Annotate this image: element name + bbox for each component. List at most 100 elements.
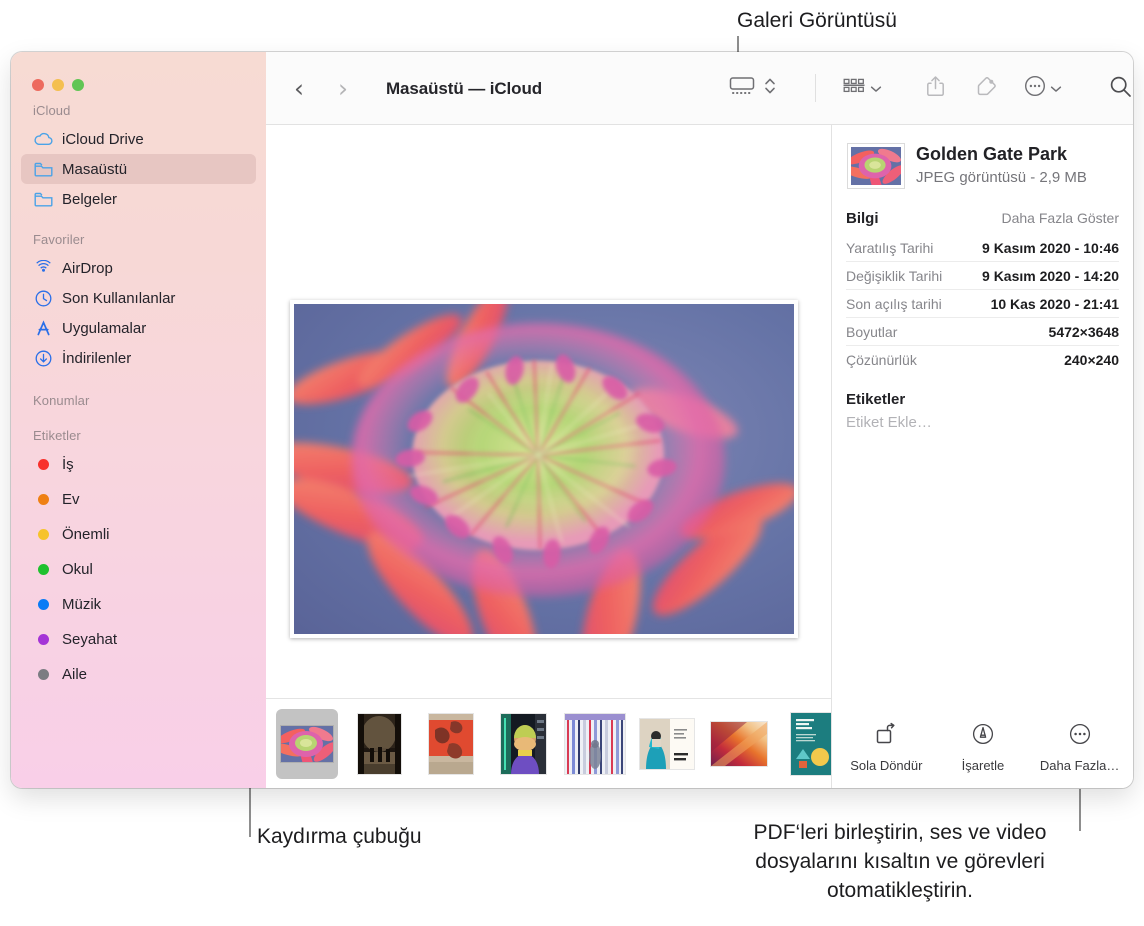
tag-dot-icon [33,455,53,475]
share-button[interactable] [926,72,945,105]
folder-icon [33,159,53,179]
info-section-title: Bilgi [846,210,879,227]
tag-dot-icon [33,490,53,510]
group-by-button[interactable] [842,72,882,105]
filmstrip-thumb-marketing-plan-doc[interactable] [780,709,831,779]
markup-label: İşaretle [961,757,1005,773]
info-row-key: Boyutlar [846,324,898,340]
info-row-value: 10 Kas 2020 - 21:41 [990,296,1119,312]
forward-button[interactable]: › [338,76,348,101]
sidebar-item-uygulamalar[interactable]: Uygulamalar [21,313,256,343]
toolbar-divider [815,74,816,102]
filmstrip-thumb-portrait-neon[interactable] [492,709,554,779]
sidebar-tag-ev[interactable]: Ev [21,482,256,517]
tag-dot-icon [33,560,53,580]
ellipsis-circle-icon [1068,722,1092,751]
markup-button[interactable]: İşaretle [937,722,1029,773]
more-actions-button[interactable]: Daha Fazla… [1034,722,1126,773]
share-icon [926,75,945,102]
tag-dot-icon [33,665,53,685]
gallery-view [266,125,831,788]
downloads-icon [33,348,53,368]
more-actions-label: Daha Fazla… [1039,757,1120,773]
view-stepper[interactable] [763,72,777,105]
zoom-button[interactable] [72,79,84,91]
callout-gallery-view-label: Galeri Görüntüsü [737,9,897,32]
sidebar-item-label: iCloud Drive [62,130,144,148]
add-tag-field[interactable]: Etiket Ekle… [832,414,1133,431]
toolbar: ‹ › Masaüstü — iCloud [266,52,1133,125]
info-rows: Yaratılış Tarihi 9 Kasım 2020 - 10:46 De… [832,234,1133,373]
chevron-updown-icon [763,75,777,102]
info-row-key: Son açılış tarihi [846,296,942,312]
close-button[interactable] [32,79,44,91]
sidebar-section-etiketler: Etiketler [33,428,81,443]
folder-icon [33,189,53,209]
sidebar-item-label: Masaüstü [62,160,128,178]
chevron-down-icon [1050,80,1062,98]
sidebar-tag-aile[interactable]: Aile [21,657,256,692]
gallery-view-icon [729,76,755,101]
show-more-link[interactable]: Daha Fazla Göster [1002,210,1120,226]
info-row-value: 9 Kasım 2020 - 14:20 [982,268,1119,284]
info-section-header: Bilgi Daha Fazla Göster [832,210,1133,227]
search-icon [1109,75,1132,103]
sidebar-tag-label: Seyahat [62,631,118,648]
back-button[interactable]: ‹ [294,76,304,101]
info-row-key: Yaratılış Tarihi [846,240,934,256]
sidebar-tag-label: Müzik [62,596,102,613]
sidebar-tag-label: Önemli [62,526,110,543]
callout-scrollbar-label: Kaydırma çubuğu [257,825,422,848]
tag-dot-icon [33,630,53,650]
sidebar-tag-muzik[interactable]: Müzik [21,587,256,622]
filmstrip-thumb-striped-figure[interactable] [564,709,626,779]
sidebar-item-son-kullanilanlar[interactable]: Son Kullanılanlar [21,283,256,313]
ellipsis-circle-icon [1024,75,1046,102]
airdrop-icon [33,258,53,278]
filmstrip-thumb-flower-coneflower[interactable] [276,708,338,779]
clock-icon [33,288,53,308]
minimize-button[interactable] [52,79,64,91]
sidebar-section-konumlar: Konumlar [33,393,90,408]
tag-button[interactable] [976,72,998,105]
sidebar-tag-label: Okul [62,561,93,578]
info-row: Çözünürlük 240×240 [846,346,1119,373]
sidebar-tag-is[interactable]: İş [21,447,256,482]
filmstrip-thumb-gradient-abstract[interactable] [708,709,770,779]
filmstrip-thumb-louisa-parris-card[interactable] [636,709,698,779]
hero-image[interactable] [290,300,798,638]
gallery-view-button[interactable] [729,72,755,105]
sidebar-item-masaustu[interactable]: Masaüstü [21,154,256,184]
filmstrip-thumb-road-silhouettes[interactable] [348,709,410,779]
filmstrip-thumb-red-hands[interactable] [420,709,482,779]
group-grid-icon [842,76,866,101]
sidebar-item-airdrop[interactable]: AirDrop [21,253,256,283]
more-button[interactable] [1024,72,1062,105]
sidebar: iCloud iCloud Drive Masaüstü Belgeler Fa… [11,52,266,788]
info-row: Değişiklik Tarihi 9 Kasım 2020 - 14:20 [846,262,1119,290]
sidebar-item-belgeler[interactable]: Belgeler [21,184,256,214]
search-button[interactable] [1109,72,1132,105]
info-row: Yaratılış Tarihi 9 Kasım 2020 - 10:46 [846,234,1119,262]
sidebar-tag-okul[interactable]: Okul [21,552,256,587]
sidebar-tag-label: İş [62,456,74,473]
markup-icon [971,722,995,751]
file-meta: JPEG görüntüsü - 2,9 MB [916,169,1087,186]
info-row: Son açılış tarihi 10 Kas 2020 - 21:41 [846,290,1119,318]
rotate-left-icon [874,722,898,751]
sidebar-tag-onemli[interactable]: Önemli [21,517,256,552]
sidebar-item-label: Belgeler [62,190,118,208]
info-row-value: 9 Kasım 2020 - 10:46 [982,240,1119,256]
info-row-value: 240×240 [1064,352,1119,368]
cloud-icon [33,129,53,149]
quick-actions: Sola Döndür İşaretle Daha Fazla… [832,706,1133,788]
sidebar-tag-seyahat[interactable]: Seyahat [21,622,256,657]
tags-title: Etiketler [846,391,906,408]
sidebar-item-icloud-drive[interactable]: iCloud Drive [21,124,256,154]
sidebar-item-indirilenler[interactable]: İndirilenler [21,343,256,373]
sidebar-item-label: Uygulamalar [62,319,147,337]
rotate-left-button[interactable]: Sola Döndür [840,722,932,773]
filmstrip[interactable] [266,698,831,788]
file-name: Golden Gate Park [916,144,1068,164]
sidebar-section-icloud: iCloud [33,103,71,118]
